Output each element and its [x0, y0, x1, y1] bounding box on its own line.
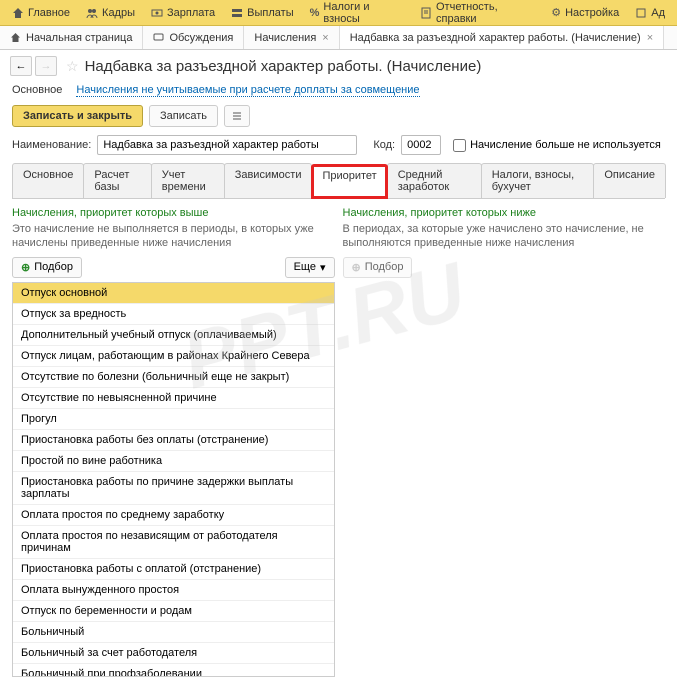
list-item[interactable]: Больничный при профзаболевании: [13, 664, 334, 677]
left-column: Начисления, приоритет которых выше Это н…: [12, 207, 335, 677]
subnav: Основное Начисления не учитываемые при р…: [0, 82, 677, 105]
list-item[interactable]: Приостановка работы с оплатой (отстранен…: [13, 559, 334, 580]
disabled-checkbox-wrap: Начисление больше не используется: [453, 139, 661, 152]
menu-staff[interactable]: Кадры: [78, 0, 143, 25]
menu-salary[interactable]: Зарплата: [143, 0, 223, 25]
header: ← → ☆ Надбавка за разъездной характер ра…: [0, 50, 677, 82]
name-label: Наименование:: [12, 139, 91, 151]
subnav-main[interactable]: Основное: [12, 84, 62, 97]
right-title: Начисления, приоритет которых ниже: [343, 207, 666, 219]
list-item[interactable]: Приостановка работы по причине задержки …: [13, 472, 334, 505]
plus-icon: ⊕: [352, 261, 361, 274]
page-title: Надбавка за разъездной характер работы. …: [85, 58, 482, 75]
money-icon: [151, 7, 163, 19]
list-item[interactable]: Отпуск лицам, работающим в районах Крайн…: [13, 346, 334, 367]
select-button-right[interactable]: ⊕Подбор: [343, 257, 413, 278]
left-title: Начисления, приоритет которых выше: [12, 207, 335, 219]
report-button[interactable]: [224, 105, 250, 127]
menu-reports[interactable]: Отчетность, справки: [412, 0, 543, 25]
list-item[interactable]: Больничный: [13, 622, 334, 643]
menu-settings[interactable]: ⚙Настройка: [543, 0, 627, 25]
left-desc: Это начисление не выполняется в периоды,…: [12, 222, 335, 251]
right-tools: ⊕Подбор: [343, 257, 666, 278]
close-icon[interactable]: ×: [647, 32, 653, 44]
list-icon: [231, 110, 243, 122]
list-item[interactable]: Отсутствие по болезни (больничный еще не…: [13, 367, 334, 388]
toolbar: Записать и закрыть Записать: [0, 105, 677, 135]
list-item[interactable]: Отпуск за вредность: [13, 304, 334, 325]
tab-accruals[interactable]: Начисления×: [244, 26, 339, 49]
priority-list[interactable]: Отпуск основнойОтпуск за вредностьДополн…: [12, 282, 335, 677]
tab-start[interactable]: Начальная страница: [0, 26, 143, 49]
percent-icon: %: [310, 7, 320, 19]
menu-admin[interactable]: Ад: [627, 0, 673, 25]
list-item[interactable]: Приостановка работы без оплаты (отстране…: [13, 430, 334, 451]
list-item[interactable]: Оплата простоя по среднему заработку: [13, 505, 334, 526]
people-icon: [86, 7, 98, 19]
menu-taxes[interactable]: %Налоги и взносы: [302, 0, 412, 25]
menu-main[interactable]: Главное: [4, 0, 78, 25]
forward-button[interactable]: →: [35, 56, 57, 76]
home-icon: [12, 7, 24, 19]
tab-desc[interactable]: Описание: [593, 163, 666, 198]
list-item[interactable]: Оплата простоя по независящим от работод…: [13, 526, 334, 559]
disabled-checkbox[interactable]: [453, 139, 466, 152]
pay-icon: [231, 7, 243, 19]
name-input[interactable]: [97, 135, 357, 155]
back-button[interactable]: ←: [10, 56, 32, 76]
favorite-icon[interactable]: ☆: [66, 58, 79, 75]
inner-tabs: Основное Расчет базы Учет времени Зависи…: [12, 163, 665, 199]
tab-bar: Начальная страница Обсуждения Начисления…: [0, 26, 677, 50]
tab-deps[interactable]: Зависимости: [224, 163, 313, 198]
save-close-button[interactable]: Записать и закрыть: [12, 105, 143, 127]
chat-icon: [153, 32, 164, 43]
tab-priority[interactable]: Приоритет: [311, 164, 387, 199]
right-desc: В периодах, за которые уже начислено это…: [343, 222, 666, 251]
admin-icon: [635, 7, 647, 19]
disabled-label: Начисление больше не используется: [470, 139, 661, 151]
list-item[interactable]: Отпуск основной: [13, 283, 334, 304]
tab-base[interactable]: Расчет базы: [83, 163, 151, 198]
doc-icon: [420, 7, 432, 19]
tab-taxes[interactable]: Налоги, взносы, бухучет: [481, 163, 595, 198]
tab-time[interactable]: Учет времени: [151, 163, 225, 198]
right-column: Начисления, приоритет которых ниже В пер…: [343, 207, 666, 677]
tab-osnovnoe[interactable]: Основное: [12, 163, 84, 198]
gear-icon: ⚙: [551, 6, 561, 19]
menu-payments[interactable]: Выплаты: [223, 0, 301, 25]
content: Начисления, приоритет которых выше Это н…: [0, 199, 677, 685]
more-button[interactable]: Еще ▾: [285, 257, 335, 278]
select-button-left[interactable]: ⊕Подбор: [12, 257, 82, 278]
code-input[interactable]: [401, 135, 441, 155]
list-item[interactable]: Больничный за счет работодателя: [13, 643, 334, 664]
tab-current[interactable]: Надбавка за разъездной характер работы. …: [340, 26, 664, 49]
save-button[interactable]: Записать: [149, 105, 218, 127]
close-icon[interactable]: ×: [322, 32, 328, 44]
chevron-down-icon: ▾: [320, 261, 326, 274]
list-item[interactable]: Оплата вынужденного простоя: [13, 580, 334, 601]
left-tools: ⊕Подбор Еще ▾: [12, 257, 335, 278]
list-item[interactable]: Дополнительный учебный отпуск (оплачивае…: [13, 325, 334, 346]
home-icon: [10, 32, 21, 43]
tab-discuss[interactable]: Обсуждения: [143, 26, 244, 49]
subnav-link[interactable]: Начисления не учитываемые при расчете до…: [76, 84, 419, 97]
list-item[interactable]: Прогул: [13, 409, 334, 430]
form-row: Наименование: Код: Начисление больше не …: [0, 135, 677, 163]
list-item[interactable]: Простой по вине работника: [13, 451, 334, 472]
code-label: Код:: [373, 139, 395, 151]
list-item[interactable]: Отсутствие по невыясненной причине: [13, 388, 334, 409]
tab-avg[interactable]: Средний заработок: [387, 163, 482, 198]
plus-icon: ⊕: [21, 261, 30, 274]
top-menu: Главное Кадры Зарплата Выплаты %Налоги и…: [0, 0, 677, 26]
list-item[interactable]: Отпуск по беременности и родам: [13, 601, 334, 622]
